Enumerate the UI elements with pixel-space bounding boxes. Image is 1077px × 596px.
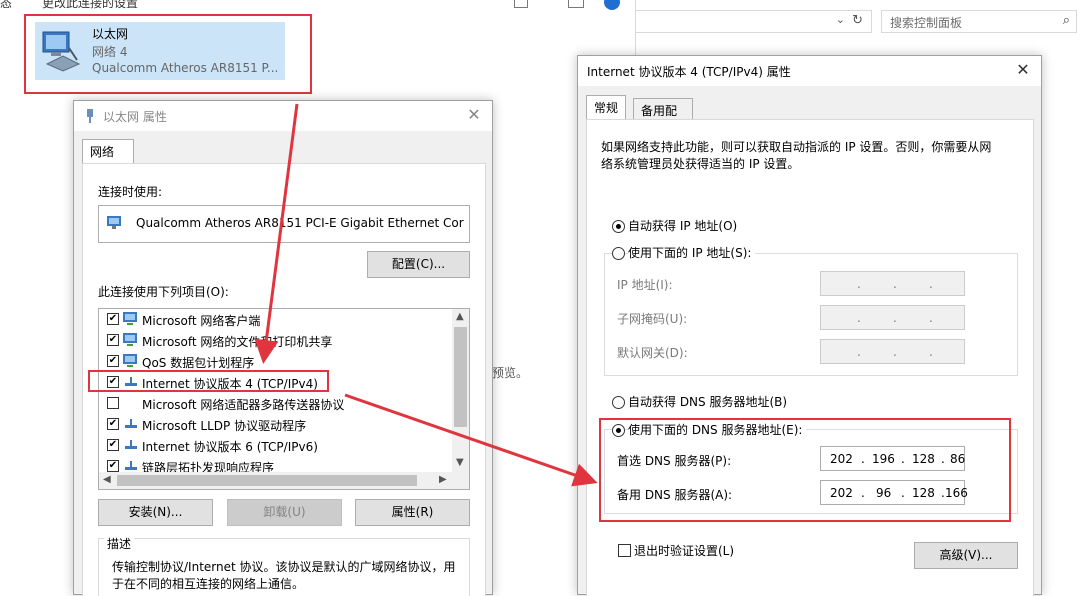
protocol-icon (125, 461, 137, 470)
validate-on-exit-label[interactable]: 退出时验证设置(L) (634, 542, 734, 559)
description-text-line1: 传输控制协议/Internet 协议。该协议是默认的广域网络协议，用 (112, 560, 456, 574)
title-bar: Internet 协议版本 4 (TCP/IPv4) 属性 ✕ (578, 56, 1041, 86)
view-options-icon[interactable] (514, 0, 528, 8)
advanced-button[interactable]: 高级(V)... (914, 542, 1018, 569)
tab-alternate-config[interactable]: 备用配置 (633, 98, 693, 135)
search-icon[interactable]: ⌕ (1063, 13, 1070, 28)
item-checkbox[interactable]: ✔ (107, 418, 119, 430)
address-bar[interactable]: ⌄ ↻ (636, 10, 872, 33)
search-box[interactable]: 搜索控制面板 ⌕ (881, 10, 1077, 33)
preview-text: 预览。 (492, 366, 529, 380)
chevron-down-icon[interactable]: ⌄ (536, 0, 544, 3)
preview-pane-icon[interactable] (568, 0, 584, 8)
item-checkbox[interactable]: ✔ (107, 313, 119, 325)
highlight-dns-box (599, 418, 1011, 522)
manual-ip-radio[interactable] (612, 247, 625, 260)
items-label: 此连接使用下列项目(O): (98, 285, 229, 299)
network-card-icon (107, 216, 121, 229)
item-checkbox[interactable]: ✔ (107, 334, 119, 346)
description-text-line2: 于在不同的相互连接的网络上通信。 (112, 577, 305, 591)
toolbar-strip: 态 更改此连接的设置 ⌄ (0, 0, 636, 14)
validate-on-exit-checkbox[interactable] (618, 544, 631, 557)
scroll-up-icon[interactable]: ▲ (456, 311, 464, 322)
close-icon[interactable]: ✕ (464, 105, 484, 125)
auto-dns-radio[interactable] (612, 396, 625, 409)
ip-address-label: IP 地址(I): (617, 278, 673, 292)
search-placeholder: 搜索控制面板 (890, 16, 963, 30)
list-item[interactable]: ✔ QoS 数据包计划程序 (105, 351, 455, 372)
refresh-icon[interactable]: ↻ (852, 13, 863, 28)
subnet-mask-input: ... (820, 305, 965, 330)
auto-ip-label[interactable]: 自动获得 IP 地址(O) (628, 217, 737, 234)
item-label: Internet 协议版本 6 (TCP/IPv6) (142, 440, 318, 454)
default-gateway-label: 默认网关(D): (617, 346, 688, 360)
protocol-icon (125, 440, 137, 449)
qos-scheduler-icon (123, 354, 137, 367)
help-icon[interactable] (604, 0, 620, 10)
list-item[interactable]: ✔ Microsoft 网络客户端 (105, 309, 455, 330)
install-button[interactable]: 安装(N)... (98, 499, 213, 526)
ethernet-properties-dialog: 以太网 属性 ✕ 网络 连接时使用: Qualcomm Atheros AR81… (73, 100, 493, 596)
components-list[interactable]: ✔ Microsoft 网络客户端 ✔ Microsoft 网络的文件和打印机共… (98, 308, 470, 490)
connect-using-label: 连接时使用: (98, 185, 163, 199)
vertical-scrollbar[interactable]: ▲ ▼ (452, 309, 469, 473)
list-item[interactable]: ✔ Microsoft LLDP 协议驱动程序 (105, 414, 455, 435)
horizontal-scrollbar[interactable]: ◀ ▶ (99, 472, 469, 489)
item-label: QoS 数据包计划程序 (142, 356, 255, 370)
highlight-adapter-box (24, 14, 312, 94)
item-checkbox[interactable]: ✔ (107, 460, 119, 472)
highlight-ipv4-item (88, 370, 329, 392)
list-item[interactable]: ✔ Internet 协议版本 6 (TCP/IPv6) (105, 435, 455, 456)
auto-dns-label[interactable]: 自动获得 DNS 服务器地址(B) (628, 393, 787, 410)
item-label: Microsoft LLDP 协议驱动程序 (142, 419, 307, 433)
device-box: Qualcomm Atheros AR8151 PCI-E Gigabit Et… (98, 205, 470, 243)
list-item[interactable]: Microsoft 网络适配器多路传送器协议 (105, 393, 455, 414)
item-checkbox[interactable]: ✔ (107, 439, 119, 451)
network-client-icon (123, 312, 137, 325)
tab-network[interactable]: 网络 (82, 139, 134, 163)
configure-button[interactable]: 配置(C)... (367, 251, 470, 278)
scroll-right-icon[interactable]: ▶ (439, 474, 447, 485)
tab-general[interactable]: 常规 (586, 95, 626, 119)
item-label: Microsoft 网络适配器多路传送器协议 (142, 398, 345, 412)
dialog-title: 以太网 属性 (103, 110, 167, 124)
properties-button[interactable]: 属性(R) (355, 499, 470, 526)
scroll-thumb[interactable] (454, 327, 467, 427)
ip-address-input: ... (820, 271, 965, 296)
list-item[interactable]: ✔ 链路层拓扑发现响应程序 (105, 456, 455, 472)
scroll-left-icon[interactable]: ◀ (103, 474, 111, 485)
toolbar-status-text: 态 (0, 0, 13, 10)
network-plug-icon (87, 109, 93, 123)
auto-ip-radio[interactable] (612, 220, 625, 233)
title-bar: 以太网 属性 ✕ (74, 101, 492, 131)
item-label: Microsoft 网络的文件和打印机共享 (142, 335, 333, 349)
subnet-mask-label: 子网掩码(U): (617, 312, 688, 326)
default-gateway-input: ... (820, 339, 965, 364)
intro-text-line1: 如果网络支持此功能，则可以获取自动指派的 IP 设置。否则，你需要从网 (601, 140, 992, 154)
scroll-thumb[interactable] (117, 475, 417, 486)
file-sharing-icon (123, 333, 137, 346)
item-checkbox[interactable]: ✔ (107, 355, 119, 367)
scroll-down-icon[interactable]: ▼ (456, 457, 464, 468)
item-label: Microsoft 网络客户端 (142, 314, 261, 328)
change-settings-link[interactable]: 更改此连接的设置 (42, 0, 138, 11)
device-name: Qualcomm Atheros AR8151 PCI-E Gigabit Et… (136, 216, 464, 230)
description-title: 描述 (104, 535, 135, 552)
uninstall-button[interactable]: 卸载(U) (227, 499, 342, 526)
intro-text-line2: 络系统管理员处获得适当的 IP 设置。 (601, 157, 800, 171)
dialog-title: Internet 协议版本 4 (TCP/IPv4) 属性 (587, 65, 791, 79)
manual-ip-label[interactable]: 使用下面的 IP 地址(S): (628, 244, 756, 261)
chevron-down-icon[interactable]: ⌄ (836, 13, 845, 26)
close-icon[interactable]: ✕ (1013, 60, 1033, 80)
protocol-icon (125, 419, 137, 428)
item-checkbox[interactable] (107, 397, 119, 409)
list-item[interactable]: ✔ Microsoft 网络的文件和打印机共享 (105, 330, 455, 351)
item-label: 链路层拓扑发现响应程序 (142, 461, 275, 472)
